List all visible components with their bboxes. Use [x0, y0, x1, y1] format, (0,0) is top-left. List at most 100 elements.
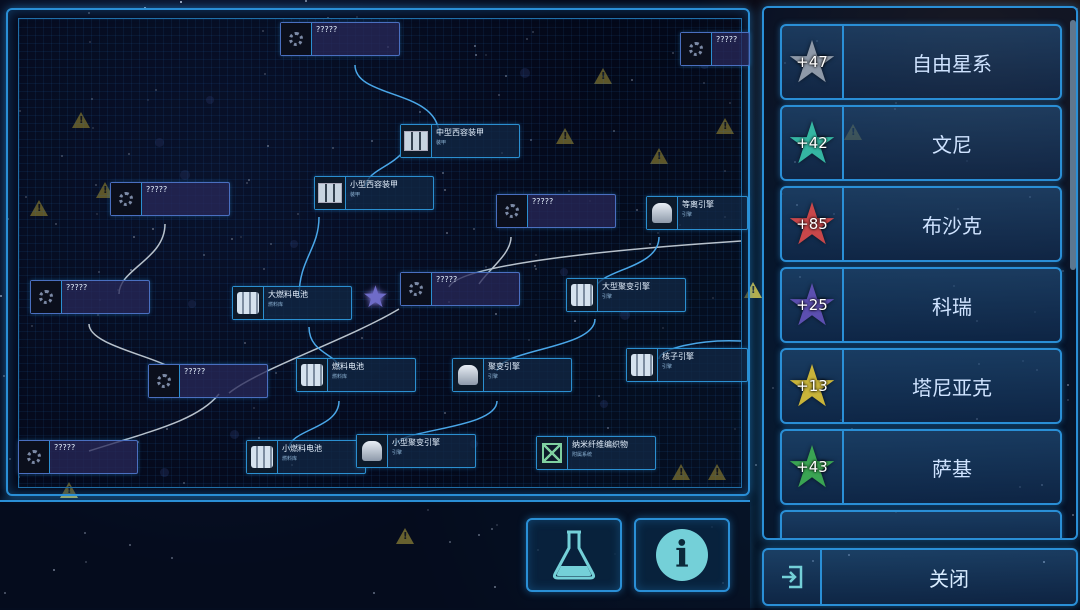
tech-node-name: ????? [436, 275, 458, 284]
fuel-cell-icon [237, 292, 259, 314]
tech-tree-links [88, 64, 741, 452]
tech-tree-panel [6, 8, 750, 496]
tech-node-thumbnail [567, 279, 598, 311]
flask-icon [552, 530, 596, 580]
tech-node-name: ????? [184, 367, 206, 376]
faction-reputation: +47 [796, 53, 828, 71]
tech-node-name: 大燃料电池 [268, 290, 308, 299]
close-label: 关闭 [929, 566, 969, 591]
tech-node-category: 装甲 [350, 192, 361, 198]
tech-tree-grid[interactable] [18, 18, 742, 488]
tech-node-category: 燃料库 [268, 302, 284, 308]
tech-node[interactable]: 小燃料电池 燃料库 [246, 440, 366, 474]
tech-node-thumbnail [247, 441, 278, 473]
locked-gear-icon [689, 42, 703, 56]
faction-row[interactable]: ★ +42 文尼 [780, 105, 1062, 181]
faction-row[interactable]: ★ +85 布沙克 [780, 186, 1062, 262]
tech-node[interactable]: 核子引擎 引擎 [626, 348, 748, 382]
faction-list[interactable]: ★ +47 自由星系 ★ +42 文尼 ★ +85 布沙克 ★ +25 科瑞 ★ +13 塔尼亚克 ★ +43 萨… [762, 6, 1078, 540]
faction-row[interactable]: ★ +25 科瑞 [780, 267, 1062, 343]
tech-node-category: 引擎 [662, 364, 673, 370]
locked-gear-icon [27, 450, 41, 464]
armor-icon [404, 131, 428, 151]
locked-gear-icon [39, 290, 53, 304]
tech-node-thumbnail [233, 287, 264, 319]
tech-node-category: 引擎 [602, 294, 613, 300]
tech-node-category: 引擎 [392, 450, 403, 456]
faction-row[interactable]: ★ +43 萨基 [780, 429, 1062, 505]
tech-node-thumbnail [537, 437, 568, 469]
faction-name: 科瑞 [932, 294, 972, 319]
tech-node[interactable]: ????? [496, 194, 616, 228]
star-dot [0, 295, 2, 297]
tech-node-name: 中型西容装甲 [436, 128, 484, 137]
engine-icon [652, 203, 672, 223]
tech-node[interactable]: 中型西容装甲 装甲 [400, 124, 520, 158]
fuel-cell-icon [571, 284, 593, 306]
star-dot [755, 464, 757, 466]
tech-node[interactable]: ????? [148, 364, 268, 398]
tech-node-name: ????? [532, 197, 554, 206]
tech-node[interactable]: 纳米纤维编织物 附属系统 [536, 436, 656, 470]
armor-icon [318, 183, 342, 203]
faction-row[interactable]: ★ +13 塔尼亚克 [780, 348, 1062, 424]
tech-node-name: ????? [146, 185, 168, 194]
tech-node-name: 小型西容装甲 [350, 180, 398, 189]
tech-node[interactable]: 大型聚变引擎 引擎 [566, 278, 686, 312]
tech-node[interactable]: ????? [18, 440, 138, 474]
faction-list-scrollbar[interactable] [1070, 20, 1076, 270]
locked-gear-icon [409, 282, 423, 296]
tech-node[interactable]: 小型西容装甲 装甲 [314, 176, 434, 210]
faction-reputation: +85 [796, 215, 828, 233]
tech-node-thumbnail [681, 33, 712, 65]
tech-node[interactable]: ????? [280, 22, 400, 56]
tech-node[interactable]: ????? [680, 32, 750, 66]
tech-node-category: 引擎 [682, 212, 693, 218]
tech-node[interactable]: 大燃料电池 燃料库 [232, 286, 352, 320]
tech-node[interactable]: ????? [400, 272, 520, 306]
tech-node-name: ????? [54, 443, 76, 452]
locked-gear-icon [119, 192, 133, 206]
faction-name: 自由星系 [912, 51, 992, 76]
tech-node[interactable]: ????? [110, 182, 230, 216]
faction-row[interactable] [780, 510, 1062, 538]
research-button[interactable] [526, 518, 622, 592]
close-button[interactable]: 关闭 [762, 548, 1078, 606]
tech-node-thumbnail [31, 281, 62, 313]
faction-reputation: +25 [796, 296, 828, 314]
tech-node-name: ????? [66, 283, 88, 292]
tech-node-thumbnail [111, 183, 142, 215]
tech-node-thumbnail [497, 195, 528, 227]
tech-node-thumbnail [357, 435, 388, 467]
tech-node[interactable]: 小型聚变引擎 引擎 [356, 434, 476, 468]
faction-name: 塔尼亚克 [912, 375, 992, 400]
nanofiber-icon [542, 443, 562, 463]
tech-node-name: ????? [716, 35, 738, 44]
exit-icon [764, 550, 822, 604]
faction-reputation: +43 [796, 458, 828, 476]
star-dot [305, 0, 307, 2]
tech-node-thumbnail [401, 273, 432, 305]
tech-node[interactable]: 燃料电池 燃料库 [296, 358, 416, 392]
star-dot [180, 1, 182, 3]
locked-gear-icon [157, 374, 171, 388]
faction-row[interactable]: ★ +47 自由星系 [780, 24, 1062, 100]
tech-node-category: 燃料库 [282, 456, 298, 462]
faction-name: 布沙克 [922, 213, 982, 238]
tech-node-thumbnail [453, 359, 484, 391]
tech-node-name: 小燃料电池 [282, 444, 322, 453]
info-button[interactable]: i [634, 518, 730, 592]
tech-node[interactable]: ????? [30, 280, 150, 314]
tech-node-thumbnail [19, 441, 50, 473]
info-icon: i [656, 529, 708, 581]
tech-node-name: 燃料电池 [332, 362, 364, 371]
tech-node-category: 装甲 [436, 140, 447, 146]
tech-node-thumbnail [401, 125, 432, 157]
tech-node[interactable]: 等离引擎 引擎 [646, 196, 748, 230]
locked-gear-icon [505, 204, 519, 218]
tech-node[interactable]: 聚变引擎 引擎 [452, 358, 572, 392]
faction-name: 文尼 [932, 132, 972, 157]
star-dot [3, 375, 5, 377]
tech-node-thumbnail [149, 365, 180, 397]
tech-node-name: 聚变引擎 [488, 362, 520, 371]
